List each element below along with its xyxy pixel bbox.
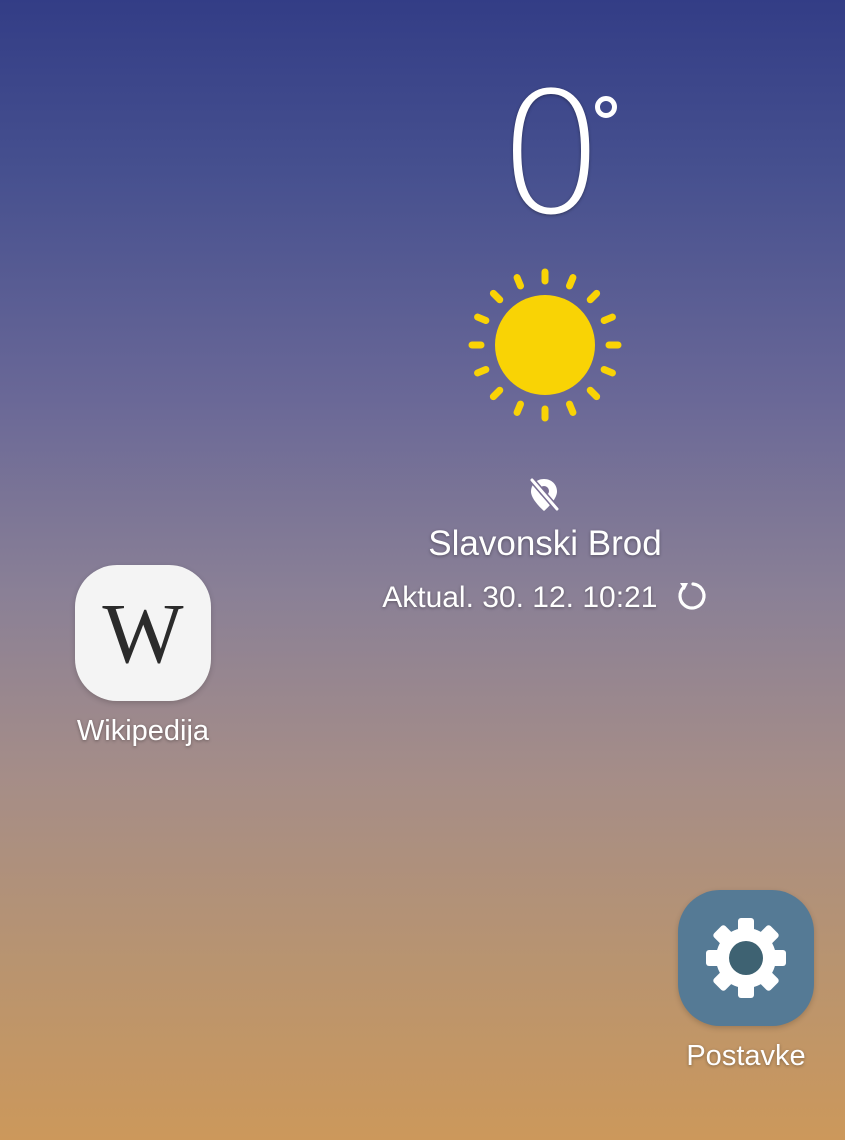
- wikipedia-glyph: W: [102, 585, 184, 681]
- app-label-wikipedia[interactable]: Wikipedija: [60, 713, 226, 749]
- last-updated-text: Aktual. 30. 12. 10:21: [382, 581, 658, 614]
- sun-ray: [565, 400, 577, 416]
- location-off-icon: [529, 478, 560, 511]
- sun-ray: [489, 386, 504, 401]
- temperature-value: 0: [498, 56, 605, 252]
- refresh-icon[interactable]: [674, 579, 708, 613]
- app-label-settings[interactable]: Postavke: [660, 1038, 832, 1074]
- degree-symbol: [595, 96, 617, 118]
- sun-ray: [513, 400, 525, 416]
- sun-ray: [474, 313, 490, 325]
- sun-ray: [489, 289, 504, 304]
- wikipedia-icon[interactable]: W: [75, 565, 211, 701]
- weather-widget[interactable]: 0 Slavonski Brod Aktual. 30. 12. 10:21: [360, 70, 730, 630]
- sun-ray: [586, 386, 601, 401]
- gear-icon: [706, 918, 786, 998]
- sun-ray: [513, 274, 525, 290]
- sun-ray: [600, 313, 616, 325]
- temperature-display: 0: [498, 56, 605, 252]
- sun-ray: [474, 365, 490, 377]
- last-updated-row: Aktual. 30. 12. 10:21: [360, 578, 730, 618]
- sun-ray: [565, 274, 577, 290]
- sun-icon: [468, 268, 622, 422]
- settings-app-icon[interactable]: [678, 890, 814, 1026]
- city-name: Slavonski Brod: [428, 524, 662, 563]
- sun-ray: [586, 289, 601, 304]
- sun-ray: [600, 365, 616, 377]
- app-settings[interactable]: Postavke: [660, 890, 832, 1074]
- app-wikipedia[interactable]: W Wikipedija: [60, 565, 226, 749]
